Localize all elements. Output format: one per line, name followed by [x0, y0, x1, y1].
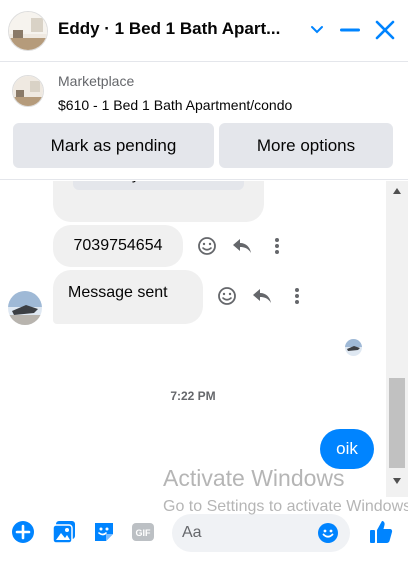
more-options-button[interactable]: More options	[219, 123, 393, 168]
more-actions-icon[interactable]	[286, 285, 308, 307]
reply-icon[interactable]	[251, 285, 273, 307]
add-icon[interactable]	[11, 520, 35, 544]
like-thumbs-up-icon[interactable]	[368, 519, 394, 545]
sender-avatar[interactable]	[8, 291, 42, 325]
photo-icon[interactable]	[52, 520, 76, 544]
marketplace-label: Marketplace	[58, 73, 135, 89]
read-receipt-avatar	[345, 339, 362, 356]
message-list[interactable]: Buyer details 7039754654 Message sent 7:…	[0, 181, 386, 497]
message-bubble-sent[interactable]: Message sent	[53, 270, 203, 324]
listing-thumbnail[interactable]	[12, 75, 44, 107]
marketplace-panel: Marketplace $610 - 1 Bed 1 Bath Apartmen…	[0, 62, 408, 180]
message-input[interactable]	[182, 514, 317, 552]
mark-as-pending-button[interactable]: Mark as pending	[13, 123, 214, 168]
reply-icon[interactable]	[231, 235, 253, 257]
gif-icon[interactable]: GIF	[131, 520, 155, 544]
emoji-icon[interactable]	[318, 523, 338, 543]
message-text: Message sent	[68, 284, 168, 301]
chat-header: Eddy · 1 Bed 1 Bath Apart...	[0, 0, 408, 62]
timestamp: 7:22 PM	[170, 389, 216, 403]
activation-watermark-subtitle: Go to Settings to activate Windows.	[163, 498, 408, 515]
activation-watermark-title: Activate Windows	[163, 465, 345, 491]
listing-avatar[interactable]	[8, 11, 48, 51]
scrollbar-thumb[interactable]	[389, 378, 405, 468]
more-actions-icon[interactable]	[266, 235, 288, 257]
composer-bar: GIF Go to Settings to activate Windows.	[0, 498, 408, 554]
listing-title[interactable]: $610 - 1 Bed 1 Bath Apartment/condo	[58, 97, 292, 113]
scroll-up-arrow-icon[interactable]	[393, 188, 401, 194]
gif-label: GIF	[136, 528, 152, 538]
scroll-down-arrow-icon[interactable]	[393, 478, 401, 484]
buyer-details-button[interactable]: Buyer details	[73, 181, 244, 190]
close-icon[interactable]	[373, 18, 397, 42]
chat-title: Eddy · 1 Bed 1 Bath Apart...	[58, 19, 281, 38]
react-icon[interactable]	[196, 235, 218, 257]
chevron-down-icon[interactable]	[305, 18, 329, 42]
sticker-icon[interactable]	[92, 520, 116, 544]
minimize-icon[interactable]	[338, 18, 362, 42]
buyer-details-card: Buyer details	[53, 181, 264, 222]
react-icon[interactable]	[216, 285, 238, 307]
message-bubble-outgoing[interactable]: oik	[320, 429, 374, 469]
message-bubble-phone[interactable]: 7039754654	[53, 225, 183, 267]
message-composer[interactable]	[172, 514, 350, 552]
